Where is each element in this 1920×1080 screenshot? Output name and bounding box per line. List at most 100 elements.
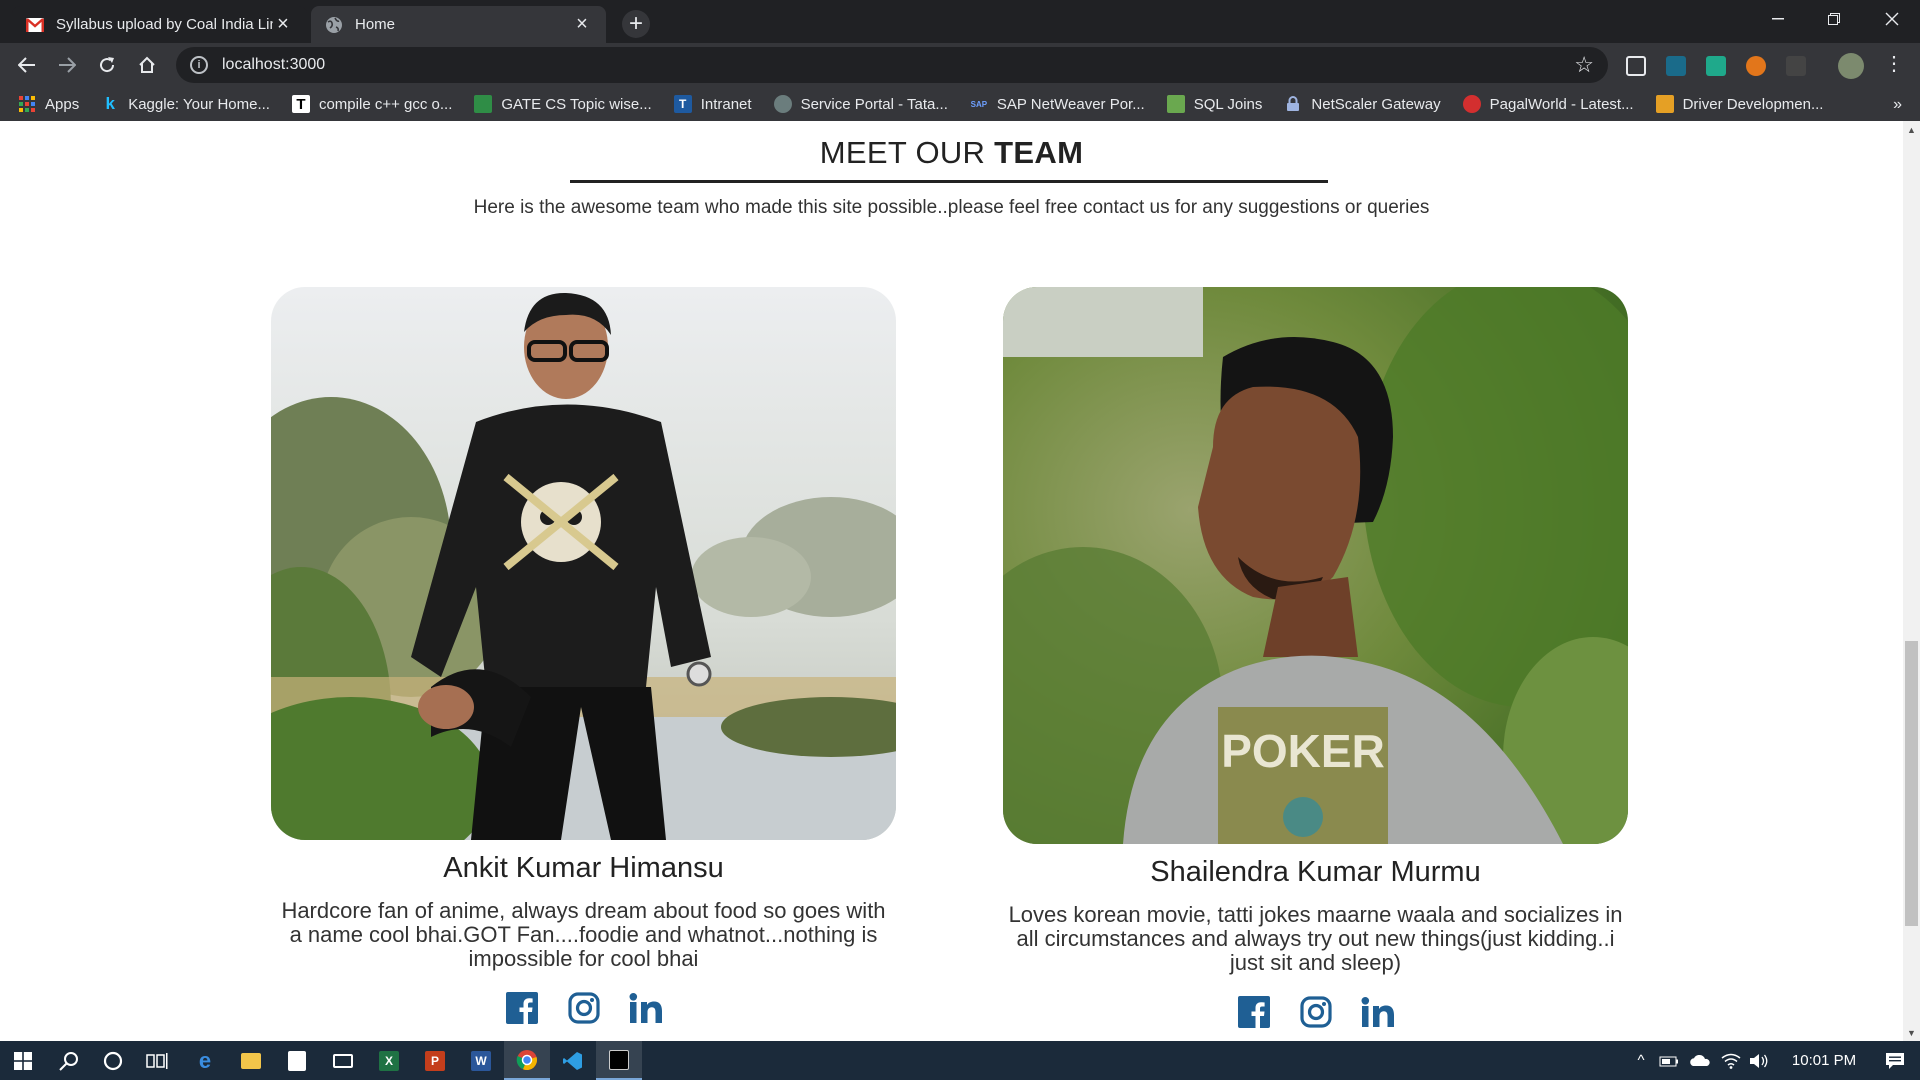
linkedin-icon[interactable] bbox=[1361, 995, 1395, 1029]
notifications-icon[interactable] bbox=[1874, 1041, 1916, 1080]
bookmark-netscaler[interactable]: NetScaler Gateway bbox=[1284, 95, 1441, 113]
bookmark-label: SQL Joins bbox=[1193, 95, 1263, 113]
sap-icon: SAP bbox=[970, 99, 988, 109]
menu-kebab-icon[interactable]: ⋮ bbox=[1884, 51, 1904, 75]
bookmark-label: Kaggle: Your Home... bbox=[128, 95, 270, 113]
tab-title: Syllabus upload by Coal India Lin bbox=[56, 16, 273, 33]
mail-icon[interactable] bbox=[320, 1041, 366, 1080]
bookmark-label: Apps bbox=[45, 95, 80, 113]
gmail-icon bbox=[26, 16, 44, 34]
home-icon[interactable] bbox=[132, 50, 162, 80]
reload-icon[interactable] bbox=[92, 50, 122, 80]
team-member-card: Ankit Kumar Himansu Hardcore fan of anim… bbox=[271, 287, 896, 1025]
back-icon[interactable] bbox=[12, 50, 42, 80]
linkedin-icon[interactable] bbox=[629, 991, 663, 1025]
bookmark-compile-cpp[interactable]: T compile c++ gcc o... bbox=[291, 95, 452, 113]
minimize-icon[interactable] bbox=[1750, 0, 1806, 38]
driver-icon bbox=[1655, 95, 1674, 113]
excel-icon[interactable]: X bbox=[366, 1041, 412, 1080]
windows-start-icon[interactable] bbox=[0, 1041, 46, 1080]
page-viewport: MEET OUR TEAM Here is the awesome team w… bbox=[0, 121, 1903, 1041]
address-bar[interactable]: i localhost:3000 ☆ bbox=[176, 47, 1608, 83]
close-tab-icon[interactable]: × bbox=[273, 13, 293, 35]
store-icon[interactable] bbox=[274, 1041, 320, 1080]
terminal-icon[interactable] bbox=[596, 1041, 642, 1080]
qr-code-icon[interactable] bbox=[1626, 56, 1646, 76]
portal-icon bbox=[773, 95, 792, 113]
browser-toolbar: i localhost:3000 ☆ ⋮ bbox=[0, 43, 1920, 87]
windows-taskbar: e X P W ^ 10:01 PM bbox=[0, 1041, 1920, 1080]
bookmark-star-icon[interactable]: ☆ bbox=[1574, 52, 1594, 78]
close-tab-icon[interactable]: × bbox=[572, 13, 592, 35]
bookmark-sql-joins[interactable]: SQL Joins bbox=[1166, 95, 1263, 113]
facebook-icon[interactable] bbox=[505, 991, 539, 1025]
instagram-icon[interactable] bbox=[567, 991, 601, 1025]
bookmark-gate-cs[interactable]: GATE CS Topic wise... bbox=[474, 95, 652, 113]
social-links bbox=[271, 991, 896, 1025]
restore-icon[interactable] bbox=[1806, 0, 1862, 38]
instagram-icon[interactable] bbox=[1299, 995, 1333, 1029]
url-text: localhost:3000 bbox=[222, 56, 326, 73]
show-hidden-icons-icon[interactable]: ^ bbox=[1628, 1041, 1654, 1080]
extension-w-icon[interactable] bbox=[1666, 56, 1686, 76]
task-view-icon[interactable] bbox=[134, 1041, 180, 1080]
svg-text:POKER: POKER bbox=[1221, 725, 1385, 777]
bookmark-service-portal[interactable]: Service Portal - Tata... bbox=[773, 95, 948, 113]
scroll-up-icon[interactable]: ▲ bbox=[1903, 121, 1920, 138]
kaggle-icon: k bbox=[105, 94, 115, 113]
more-bookmarks-icon[interactable]: » bbox=[1893, 96, 1902, 114]
member-name: Ankit Kumar Himansu bbox=[443, 852, 724, 884]
battery-icon[interactable] bbox=[1656, 1041, 1682, 1080]
page-subtitle: Here is the awesome team who made this s… bbox=[473, 197, 1430, 218]
cortana-icon[interactable] bbox=[90, 1041, 136, 1080]
edge-icon[interactable]: e bbox=[182, 1041, 228, 1080]
profile-avatar[interactable] bbox=[1838, 53, 1864, 79]
team-member-card: POKER Shailendra Kumar Murmu Loves korea… bbox=[1003, 287, 1628, 1029]
lock-icon bbox=[1284, 95, 1302, 113]
member-photo: POKER bbox=[1003, 287, 1628, 844]
word-icon[interactable]: W bbox=[458, 1041, 504, 1080]
heading-light: MEET OUR bbox=[819, 135, 995, 170]
bookmark-label: SAP NetWeaver Por... bbox=[996, 95, 1145, 113]
tata-icon: T bbox=[673, 95, 692, 113]
bookmark-apps[interactable]: Apps bbox=[18, 95, 79, 113]
extension-c-icon[interactable] bbox=[1706, 56, 1726, 76]
scroll-down-icon[interactable]: ▼ bbox=[1903, 1024, 1920, 1041]
extension-grey-icon[interactable] bbox=[1786, 56, 1806, 76]
bookmark-sap[interactable]: SAP SAP NetWeaver Por... bbox=[970, 95, 1145, 113]
tab-gmail[interactable]: Syllabus upload by Coal India Lin × bbox=[12, 6, 307, 43]
bookmark-pagalworld[interactable]: PagalWorld - Latest... bbox=[1462, 95, 1634, 113]
pagalworld-icon bbox=[1462, 95, 1481, 113]
forward-icon[interactable] bbox=[52, 50, 82, 80]
tab-title: Home bbox=[355, 16, 396, 33]
file-explorer-icon[interactable] bbox=[228, 1041, 274, 1080]
member-name: Shailendra Kumar Murmu bbox=[1150, 856, 1481, 888]
globe-icon bbox=[325, 16, 343, 34]
new-tab-button[interactable]: + bbox=[622, 10, 650, 38]
social-links bbox=[1003, 995, 1628, 1029]
tab-home[interactable]: Home × bbox=[311, 6, 606, 43]
heading-divider bbox=[570, 180, 1328, 183]
heading-bold: TEAM bbox=[994, 135, 1084, 170]
bookmark-driver-dev[interactable]: Driver Developmen... bbox=[1655, 95, 1824, 113]
page-scrollbar[interactable]: ▲ ▼ bbox=[1903, 121, 1920, 1041]
scrollbar-thumb[interactable] bbox=[1905, 641, 1918, 926]
member-bio: Hardcore fan of anime, always dream abou… bbox=[281, 898, 886, 971]
bookmark-label: PagalWorld - Latest... bbox=[1489, 95, 1634, 113]
powerpoint-icon[interactable]: P bbox=[412, 1041, 458, 1080]
facebook-icon[interactable] bbox=[1237, 995, 1271, 1029]
search-icon[interactable] bbox=[46, 1041, 92, 1080]
vscode-icon[interactable] bbox=[550, 1041, 596, 1080]
wifi-icon[interactable] bbox=[1718, 1041, 1744, 1080]
bookmark-label: GATE CS Topic wise... bbox=[501, 95, 652, 113]
bookmark-label: Driver Developmen... bbox=[1682, 95, 1824, 113]
onedrive-icon[interactable] bbox=[1686, 1041, 1714, 1080]
chrome-icon[interactable] bbox=[504, 1041, 550, 1080]
bookmark-kaggle[interactable]: k Kaggle: Your Home... bbox=[101, 94, 270, 113]
bookmark-intranet[interactable]: T Intranet bbox=[673, 95, 752, 113]
volume-icon[interactable] bbox=[1746, 1041, 1772, 1080]
close-window-icon[interactable] bbox=[1864, 0, 1920, 38]
clock[interactable]: 10:01 PM bbox=[1776, 1041, 1872, 1080]
site-info-icon[interactable]: i bbox=[190, 56, 208, 74]
metamask-icon[interactable] bbox=[1746, 56, 1766, 76]
